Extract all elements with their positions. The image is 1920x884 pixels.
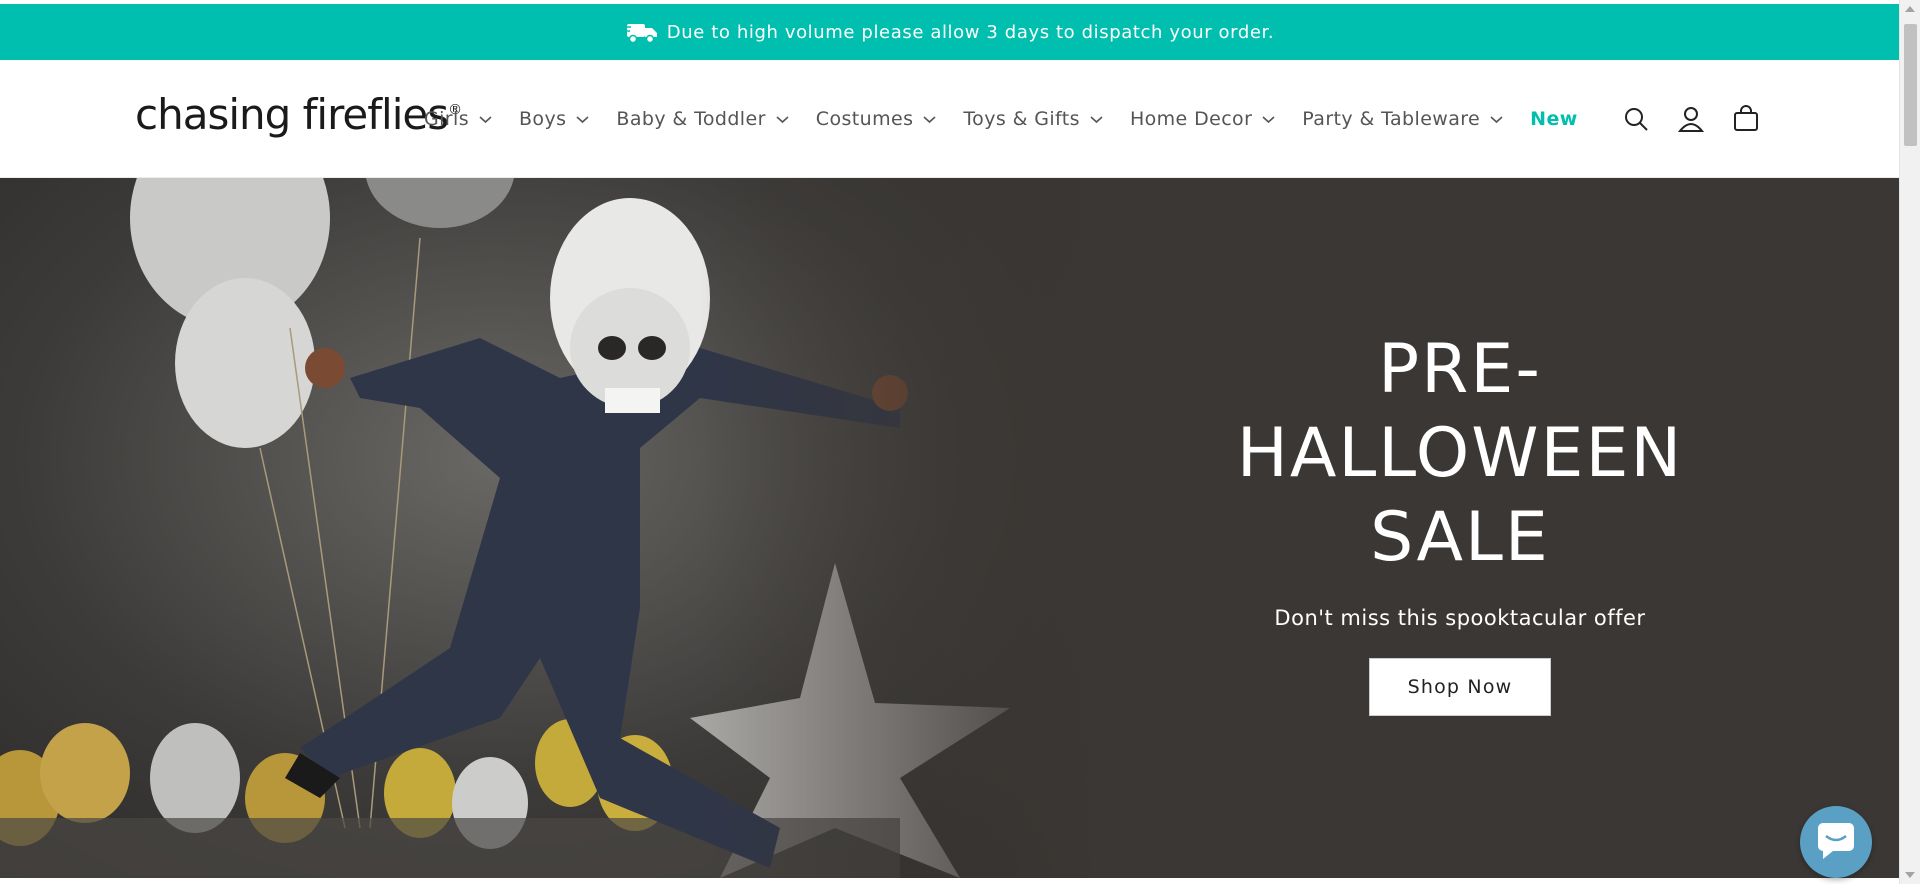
site-logo[interactable]: chasing fireflies® [135,90,462,139]
nav-item-party-tableware[interactable]: Party & Tableware [1302,108,1503,130]
chevron-down-icon [479,115,492,123]
chat-widget-button[interactable] [1800,806,1872,878]
hero-banner: PRE- HALLOWEEN SALE Don't miss this spoo… [0,178,1899,878]
chevron-down-icon [923,115,936,123]
scroll-thumb[interactable] [1904,24,1917,146]
hero-title: PRE- HALLOWEEN SALE [1236,330,1684,577]
nav-item-boys[interactable]: Boys [519,108,589,130]
scroll-up-arrow[interactable] [1905,6,1915,12]
hero-content: PRE- HALLOWEEN SALE Don't miss this spoo… [1160,328,1760,716]
nav-item-baby-toddler[interactable]: Baby & Toddler [616,108,789,130]
nav-item-toys-gifts[interactable]: Toys & Gifts [963,108,1103,130]
nav-label: Home Decor [1129,108,1253,130]
delivery-truck-icon [624,24,657,44]
announcement-text: Due to high volume please allow 3 days t… [666,21,1275,43]
header-icons [1622,60,1760,178]
scroll-down-arrow[interactable] [1905,872,1915,878]
page-scrollbar[interactable] [1899,0,1920,884]
hero-subtitle: Don't miss this spooktacular offer [1274,606,1646,630]
chevron-down-icon [1490,115,1503,123]
nav-item-girls[interactable]: Girls [424,108,492,130]
nav-item-new[interactable]: New [1530,108,1578,130]
nav-label: New [1530,108,1578,130]
nav-label: Girls [424,108,469,130]
nav-label: Baby & Toddler [616,108,766,130]
account-icon[interactable] [1677,105,1705,133]
search-icon[interactable] [1622,105,1650,133]
chevron-down-icon [1090,115,1103,123]
logo-text: chasing fireflies [135,90,449,139]
chevron-down-icon [1262,115,1275,123]
chat-bubble-icon [1818,823,1854,859]
chevron-down-icon [576,115,589,123]
nav-item-home-decor[interactable]: Home Decor [1130,108,1275,130]
site-header: chasing fireflies® Girls Boys Baby & Tod… [0,60,1899,178]
main-nav: Girls Boys Baby & Toddler Costumes Toys … [424,60,1578,178]
chevron-down-icon [776,115,789,123]
nav-label: Costumes [815,108,914,130]
nav-label: Toys & Gifts [963,108,1080,130]
hero-gradient [700,178,1100,878]
nav-label: Party & Tableware [1302,108,1481,130]
nav-label: Boys [519,108,567,130]
announcement-bar: Due to high volume please allow 3 days t… [0,4,1899,60]
shop-now-button[interactable]: Shop Now [1369,658,1551,716]
nav-item-costumes[interactable]: Costumes [816,108,937,130]
cart-icon[interactable] [1732,105,1760,133]
